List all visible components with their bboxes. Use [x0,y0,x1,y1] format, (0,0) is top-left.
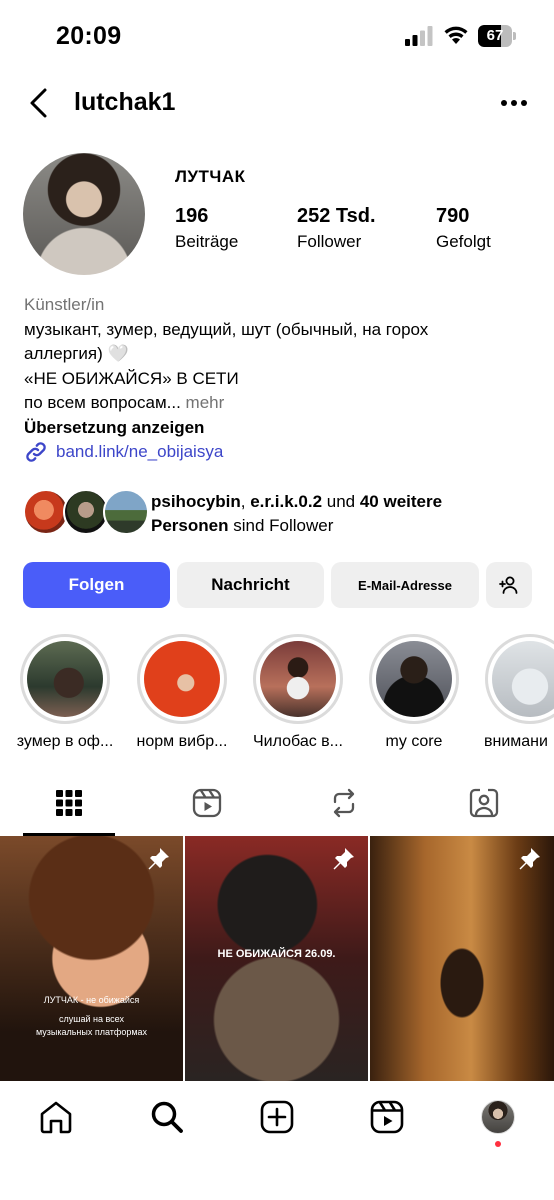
reels-icon [370,1100,404,1134]
post-thumbnail[interactable] [370,836,554,1081]
battery-level: 67 [486,27,504,44]
reels-icon [192,788,222,818]
highlight-label: норм вибр... [136,733,228,750]
status-time: 20:09 [56,22,122,50]
mutual-follower-avatar [103,489,149,535]
suggest-users-button[interactable] [486,562,532,608]
translate-button[interactable]: Übersetzung anzeigen [24,416,534,441]
highlight-label: my core [385,733,443,750]
bio-link-text: band.link/ne_obijaisya [56,442,224,461]
home-icon [40,1101,72,1134]
profile-username: lutchak1 [74,88,176,116]
stat-followers-label: Follower [297,232,362,251]
profile-display-name: ЛУТЧАК [175,167,246,186]
more-horizontal-icon[interactable] [500,98,528,108]
highlight-item[interactable]: my core [356,634,472,751]
profile-header: lutchak1 [0,74,554,132]
create-icon [260,1100,294,1134]
bio-line-2: аллергия) 🤍 [24,344,129,363]
post-thumbnail[interactable]: НЕ ОБИЖАЙСЯ 26.09. [185,836,368,1081]
grid-icon [56,790,82,816]
bio-category: Künstler/in [24,295,105,314]
posts-grid: ЛУТЧАК - не обижайся слушай на всех музы… [0,836,554,1081]
notification-dot [495,1141,501,1147]
stat-posts-count: 196 [175,205,209,227]
stat-following-label: Gefolgt [436,232,491,251]
tab-tagged[interactable] [438,780,530,836]
stat-posts[interactable]: 196 Beiträge [175,205,238,252]
bio-more-link[interactable]: mehr [186,393,225,412]
cellular-signal-icon [405,26,433,46]
stat-posts-label: Beiträge [175,232,239,251]
stat-following-count: 790 [436,205,470,227]
search-icon [151,1101,183,1133]
highlight-item[interactable]: внимани [472,634,554,751]
bio-line-4-row: по всем вопросам... mehr [24,391,534,416]
profile-avatar[interactable] [23,153,145,275]
highlight-label: Чилобас в... [253,733,343,750]
tagged-icon [469,788,499,818]
link-icon [26,442,46,462]
battery-icon: 67 [478,25,516,47]
highlight-cover [144,641,220,717]
stat-followers-count: 252 Tsd. [297,205,376,227]
chevron-left-icon[interactable] [26,87,52,119]
wifi-icon [444,26,468,44]
bio-external-link[interactable]: band.link/ne_obijaisya [24,440,534,465]
message-button[interactable]: Nachricht [177,562,324,608]
nav-profile-avatar[interactable] [481,1100,515,1134]
nav-home[interactable] [38,1099,74,1135]
post-thumbnail[interactable]: ЛУТЧАК - не обижайся слушай на всех музы… [0,836,183,1081]
profile-tabs [0,780,554,836]
stat-followers[interactable]: 252 Tsd. Follower [297,205,376,252]
bio-line-1: музыкант, зумер, ведущий, шут (обычный, … [24,319,429,339]
pin-icon [333,848,354,870]
post-caption: НЕ ОБИЖАЙСЯ 26.09. [217,948,336,960]
highlight-label: внимани [484,733,548,750]
profile-bio: Künstler/in музыкант, зумер, ведущий, шу… [24,293,534,465]
pin-icon [148,848,169,870]
add-user-icon [499,576,518,594]
bio-line-3: «НЕ ОБИЖАЙСЯ» В СЕТИ [24,368,239,388]
highlight-label: зумер в оф... [16,733,114,750]
nav-create[interactable] [259,1099,295,1135]
post-caption: ЛУТЧАК - не обижайся слушай на всех музы… [35,995,148,1037]
stat-following[interactable]: 790 Gefolgt [436,205,491,252]
highlight-cover [492,641,554,717]
tab-reels[interactable] [161,780,253,836]
mutual-followers[interactable]: psihocybin, e.r.i.k.0.2 und 40 weitere Pe… [23,489,543,537]
bio-line-4: по всем вопросам... [24,393,181,412]
pin-icon [519,848,540,870]
reposts-icon [333,788,355,818]
story-highlights: зумер в оф... норм вибр... Чилобас в... … [0,634,554,754]
highlight-item[interactable]: Чилобас в... [240,634,356,751]
highlight-cover [260,641,336,717]
follow-button[interactable]: Folgen [23,562,170,608]
bottom-nav [0,1081,554,1200]
email-button[interactable]: E-Mail-Adresse [331,562,479,608]
highlight-item[interactable]: зумер в оф... [7,634,123,751]
nav-reels[interactable] [369,1099,405,1135]
nav-search[interactable] [149,1099,185,1135]
highlight-cover [376,641,452,717]
status-bar: 20:09 67 [0,0,554,74]
highlight-item[interactable]: норм вибр... [124,634,240,751]
tab-posts-grid[interactable] [23,780,115,836]
mutual-followers-text: psihocybin, e.r.i.k.0.2 und 40 weitere Pe… [151,492,443,535]
tab-reposts[interactable] [298,780,390,836]
highlight-cover [27,641,103,717]
